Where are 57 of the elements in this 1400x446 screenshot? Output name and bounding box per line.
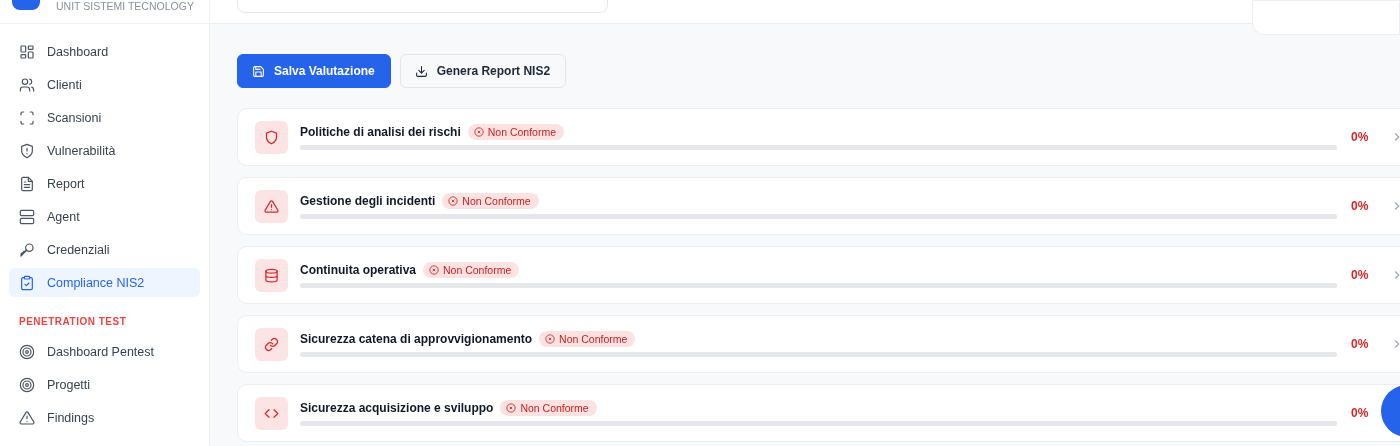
sidebar-item[interactable]: Agent	[9, 200, 200, 233]
status-badge: Non Conforme	[442, 193, 539, 209]
brand-subtitle: UNIT SISTEMI TECNOLOGY	[56, 0, 194, 13]
requirement-card[interactable]: Politiche di analisi dei rischi Non Conforme 0%	[237, 108, 1400, 166]
scan-icon	[19, 109, 35, 126]
x-circle-icon	[506, 403, 517, 413]
server-icon	[19, 208, 35, 225]
requirement-title: Sicurezza catena di approvvigionamento	[300, 332, 533, 346]
save-icon	[252, 64, 265, 78]
x-circle-icon	[473, 127, 484, 137]
percent-value: 0%	[1351, 268, 1370, 282]
sidebar-item[interactable]: Credenziali	[9, 233, 200, 266]
sidebar-item[interactable]: Progetti	[9, 368, 200, 401]
percent-value: 0%	[1351, 337, 1370, 351]
x-circle-icon	[545, 334, 556, 344]
report-button[interactable]: Genera Report NIS2	[399, 54, 567, 88]
warning-icon	[19, 409, 35, 426]
grid-icon	[19, 43, 35, 60]
percent-value: 0%	[1351, 130, 1370, 144]
clipboard-check-icon	[19, 274, 35, 291]
warning-icon	[264, 198, 279, 214]
section-heading: PENETRATION TEST	[18, 315, 128, 329]
x-circle-icon	[429, 265, 439, 275]
sidebar-item[interactable]: Compliance NIS2	[9, 268, 200, 297]
sidebar-item[interactable]: Dashboard Pentest	[9, 335, 200, 368]
shield-icon	[264, 129, 279, 145]
shield-icon	[19, 142, 35, 159]
sidebar-item[interactable]: Report	[9, 167, 200, 200]
x-circle-icon	[448, 196, 459, 206]
target-icon	[19, 343, 35, 360]
requirement-card[interactable]: Sicurezza acquisizione e sviluppo Non Conforme 0%	[237, 384, 1400, 442]
sidebar-item[interactable]: Findings	[9, 401, 200, 434]
requirement-card[interactable]: Continuita operativa Non Conforme 0%	[237, 246, 1400, 304]
save-button[interactable]: Salva Valutazione	[237, 54, 391, 88]
requirement-title: Gestione degli incidenti	[300, 194, 436, 208]
requirement-card[interactable]: Gestione degli incidenti Non Conforme 0%	[237, 177, 1400, 235]
sidebar-item[interactable]: Vulnerabilità	[9, 134, 200, 167]
sidebar-item[interactable]: Clienti	[9, 68, 200, 101]
requirement-card[interactable]: Sicurezza catena di approvvigionamento Non Conforme 0%	[237, 315, 1400, 373]
target-icon	[19, 376, 35, 393]
sidebar-item[interactable]: Scansioni	[9, 101, 200, 134]
database-icon	[264, 267, 279, 283]
requirement-title: Sicurezza acquisizione e sviluppo	[300, 401, 494, 415]
status-badge: Non Conforme	[500, 400, 597, 416]
key-icon	[19, 241, 35, 258]
link-icon	[264, 336, 279, 352]
download-icon	[414, 64, 428, 78]
requirement-title: Politiche di analisi dei rischi	[300, 125, 461, 139]
percent-value: 0%	[1351, 199, 1370, 213]
sidebar-item[interactable]: Dashboard	[9, 35, 200, 68]
document-icon	[19, 175, 35, 192]
status-badge: Non Conforme	[467, 124, 564, 140]
percent-value: 0%	[1351, 406, 1370, 420]
requirement-title: Continuita operativa	[300, 263, 416, 277]
status-badge: Non Conforme	[539, 331, 636, 347]
users-icon	[19, 76, 35, 93]
status-badge: Non Conforme	[423, 262, 520, 278]
